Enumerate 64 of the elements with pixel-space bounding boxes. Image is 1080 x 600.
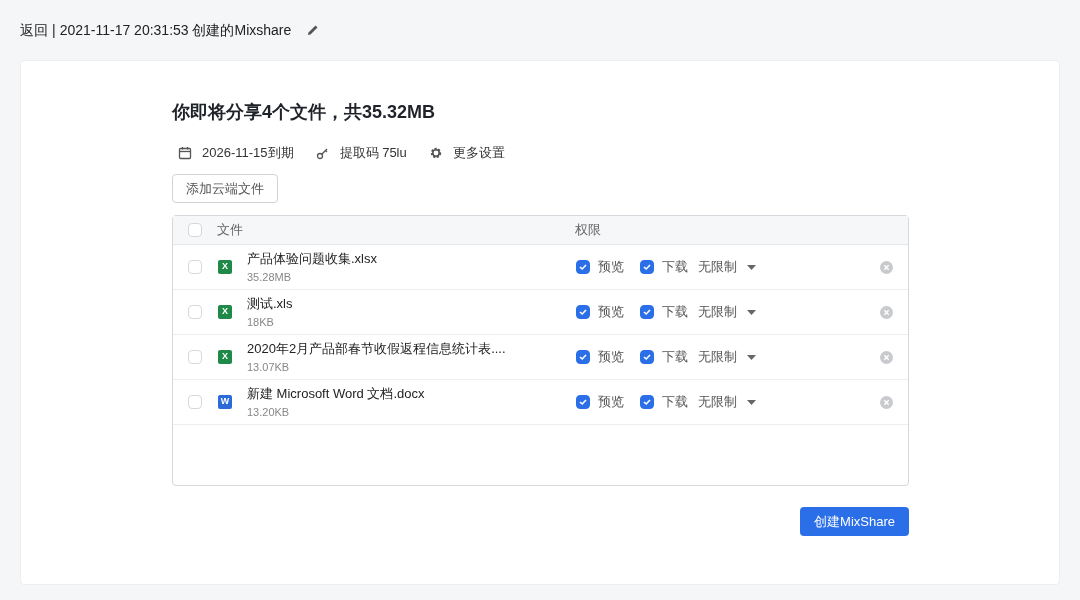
- settings-icon: [428, 146, 443, 160]
- file-size: 13.07KB: [247, 359, 291, 374]
- download-checkbox[interactable]: [640, 395, 654, 409]
- check-icon: [578, 397, 588, 407]
- caret-icon: [747, 309, 756, 315]
- pencil-icon[interactable]: [307, 24, 320, 36]
- check-icon: [642, 307, 652, 317]
- column-header: 权限: [575, 221, 601, 240]
- setting-label[interactable]: 2026-11-15到期: [202, 143, 294, 163]
- caret-icon: [747, 399, 756, 405]
- file-name: 新建 Microsoft Word 文档.docx: [247, 385, 426, 402]
- limit-dropdown[interactable]: 无限制: [698, 302, 756, 322]
- checkbox-label: 下载: [662, 348, 688, 367]
- download-checkbox[interactable]: [640, 350, 654, 364]
- caret-icon: [747, 264, 756, 270]
- checkbox-label: 预览: [598, 258, 624, 277]
- column-header: 文件: [217, 221, 244, 240]
- page-title: 2021-11-17 20:31:53 创建的Mixshare: [59, 20, 292, 40]
- preview-checkbox[interactable]: [576, 350, 590, 364]
- file-size: 13.20KB: [247, 404, 291, 419]
- add-cloud-file-button[interactable]: 添加云端文件: [172, 174, 278, 203]
- row-checkbox[interactable]: [188, 260, 202, 274]
- checkbox-label: 下载: [662, 393, 688, 412]
- file-name: 2020年2月产品部春节收假返程信息统计表....: [247, 340, 507, 357]
- spreadsheet-icon: X: [218, 305, 232, 319]
- check-icon: [642, 262, 652, 272]
- spreadsheet-icon: X: [218, 350, 232, 364]
- setting-label[interactable]: 更多设置: [452, 143, 505, 163]
- checkbox-label: 预览: [598, 303, 624, 322]
- checkbox-label: 下载: [662, 258, 688, 277]
- check-icon: [642, 352, 652, 362]
- checkbox-label: 下载: [662, 303, 688, 322]
- file-name: 测试.xls: [247, 295, 294, 312]
- check-icon: [578, 307, 588, 317]
- file-size: 18KB: [247, 314, 275, 329]
- file-name: 产品体验问题收集.xlsx: [247, 250, 378, 267]
- spreadsheet-icon: X: [218, 260, 232, 274]
- key-icon: [315, 146, 330, 160]
- setting-label[interactable]: 提取码 75lu: [339, 143, 407, 163]
- row-checkbox[interactable]: [188, 395, 202, 409]
- check-icon: [578, 262, 588, 272]
- create-mixshare-button[interactable]: 创建MixShare: [800, 507, 909, 536]
- checkbox-label: 预览: [598, 393, 624, 412]
- check-icon: [642, 397, 652, 407]
- caret-icon: [747, 354, 756, 360]
- limit-dropdown[interactable]: 无限制: [698, 257, 756, 277]
- row-checkbox[interactable]: [188, 350, 202, 364]
- preview-checkbox[interactable]: [576, 395, 590, 409]
- file-size: 35.28MB: [247, 269, 293, 284]
- calendar-icon: [178, 146, 192, 160]
- preview-checkbox[interactable]: [576, 305, 590, 319]
- check-icon: [578, 352, 588, 362]
- limit-dropdown[interactable]: 无限制: [698, 392, 756, 412]
- back-link[interactable]: 返回: [20, 19, 48, 41]
- row-checkbox[interactable]: [188, 305, 202, 319]
- separator: |: [52, 20, 56, 40]
- summary-title: 你即将分享4个文件，共35.32MB: [172, 101, 437, 123]
- limit-dropdown[interactable]: 无限制: [698, 347, 756, 367]
- checkbox-label: 预览: [598, 348, 624, 367]
- select-all-checkbox[interactable]: [188, 223, 202, 237]
- download-checkbox[interactable]: [640, 260, 654, 274]
- document-icon: W: [218, 395, 232, 409]
- download-checkbox[interactable]: [640, 305, 654, 319]
- preview-checkbox[interactable]: [576, 260, 590, 274]
